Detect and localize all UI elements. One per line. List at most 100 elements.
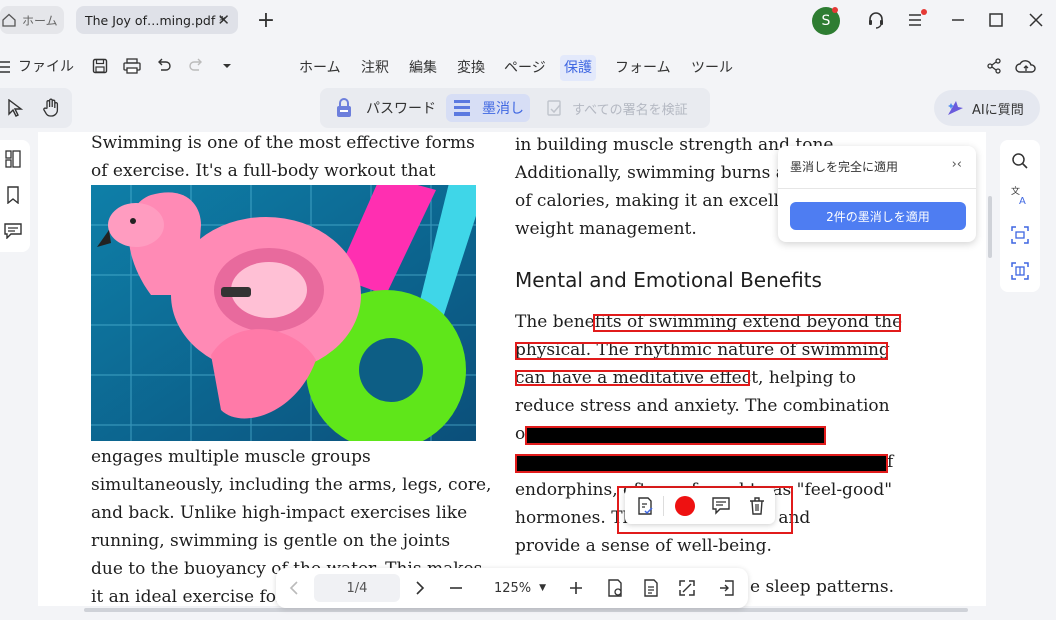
new-tab-button[interactable]: + [256,8,276,33]
pool-float-image [91,185,476,441]
collapse-icon[interactable]: ›‹ [952,157,962,172]
left-side-panel [0,140,30,252]
apply-redaction-popover: 墨消しを完全に適用 ›‹ 2件の墨消しを適用 [778,146,976,242]
text-line: engages multiple muscle groups [91,447,371,467]
redaction-mark-filled[interactable] [525,426,826,445]
exit-reading-icon[interactable] [714,568,740,608]
redaction-mini-toolbar [625,488,775,524]
comment-panel-icon[interactable] [2,220,24,242]
password-button[interactable]: パスワード [328,94,442,122]
text-line: reduce stress and anxiety. The combinati… [515,396,890,416]
ai-sparkle-icon [946,99,964,117]
popover-title: 墨消しを完全に適用 [790,160,899,174]
verify-signatures-button[interactable]: すべての署名を検証 [540,94,694,122]
compare-icon[interactable] [1009,260,1031,282]
title-bar: ホーム The Joy of…ming.pdf * ✕ + S [0,0,1056,40]
redact-button[interactable]: 墨消し [446,94,530,122]
zoom-level: 125% [493,580,532,596]
lock-icon [334,97,356,119]
fill-color-swatch [675,496,695,516]
next-page-icon[interactable] [408,568,432,608]
page-number-input[interactable]: 1/4 [314,574,400,602]
text-line: provide a sense of well-being. [515,536,772,556]
close-window-icon[interactable] [1024,8,1048,32]
menu-notification-dot [921,9,927,15]
home-icon [2,13,16,27]
redact-icon [452,97,474,119]
file-menu[interactable]: ファイル [18,56,74,76]
undo-icon[interactable] [154,56,174,76]
text-line: simultaneously, including the arms, legs… [91,475,492,495]
print-icon[interactable] [122,56,142,76]
prev-page-icon[interactable] [282,568,306,608]
zoom-out-icon[interactable] [444,568,468,608]
divider [663,496,664,516]
headset-icon[interactable] [864,8,888,32]
comment-icon[interactable] [709,494,733,518]
ask-ai-label: AIに質問 [972,102,1024,118]
bookmark-icon[interactable] [2,184,24,206]
tab-document[interactable]: The Joy of…ming.pdf * ✕ [76,6,238,34]
divider [778,188,976,189]
left-column-top: Swimming is one of the most effective fo… [91,132,475,185]
fill-color-button[interactable] [673,494,697,518]
cloud-upload-icon[interactable] [1014,56,1038,76]
maximize-icon[interactable] [984,8,1008,32]
redaction-mark-outline[interactable] [515,342,888,360]
hand-tool-icon[interactable] [40,96,62,120]
zoom-in-icon[interactable] [564,568,588,608]
notification-dot [832,7,838,13]
password-label: パスワード [366,101,436,117]
protect-toolbar: パスワード 墨消し すべての署名を検証 [320,88,710,128]
selection-tools [0,88,72,128]
menu-protect[interactable]: 保護 [560,55,596,81]
hamburger-icon[interactable] [0,58,12,76]
text-line: running, swimming is gentle on the joint… [91,531,451,551]
tab-home-label: ホーム [22,13,58,28]
right-column-last-line: e sleep patterns. [750,577,894,597]
ocr-crop-icon[interactable] [1009,224,1031,246]
menu-annotate[interactable]: 注釈 [357,55,393,81]
search-icon[interactable] [1009,150,1031,172]
menu-convert[interactable]: 変換 [453,55,489,81]
minimize-icon[interactable] [946,8,970,32]
fit-width-icon[interactable] [638,568,664,608]
fit-page-icon[interactable] [602,568,628,608]
signature-check-icon [546,98,566,118]
redaction-mark-filled[interactable] [515,454,888,473]
redo-icon[interactable] [186,56,206,76]
tab-home[interactable]: ホーム [0,6,64,34]
text-line: and back. Unlike high-impact exercises l… [91,503,468,523]
menu-form[interactable]: フォーム [611,55,675,81]
section-heading: Mental and Emotional Benefits [515,268,822,292]
select-cursor-icon[interactable] [4,96,26,120]
zoom-level-select[interactable]: 125% ▼ [486,568,554,608]
apply-mark-icon[interactable] [633,494,657,518]
horizontal-scrollbar[interactable] [84,608,968,612]
avatar-letter: S [821,13,831,29]
redact-label: 墨消し [482,101,524,117]
redaction-mark-outline[interactable] [593,314,901,332]
delete-icon[interactable] [745,494,769,518]
fullscreen-icon[interactable] [674,568,700,608]
close-tab-icon[interactable]: ✕ [217,11,230,29]
menu-tools[interactable]: ツール [687,55,737,81]
text-line: Swimming is one of the most effective fo… [91,133,475,153]
apply-redactions-button[interactable]: 2件の墨消しを適用 [790,202,966,230]
menu-page[interactable]: ページ [500,55,550,81]
share-icon[interactable] [984,56,1004,76]
thumbnails-icon[interactable] [2,148,24,170]
dropdown-arrow-icon[interactable] [220,58,234,74]
text-line: of exercise. It's a full-body workout th… [91,161,436,181]
translate-icon[interactable]: 文A [1009,184,1031,206]
menu-home[interactable]: ホーム [295,55,345,81]
save-icon[interactable] [90,56,110,76]
ask-ai-button[interactable]: AIに質問 [934,90,1040,126]
verify-signatures-label: すべての署名を検証 [572,102,688,118]
right-side-panel: 文A [1000,140,1040,292]
redaction-mark-outline[interactable] [515,370,750,386]
page-navigation-bar: 1/4 125% ▼ [276,568,748,608]
menu-edit[interactable]: 編集 [405,55,441,81]
vertical-scrollbar[interactable] [988,196,992,258]
svg-text:A: A [1019,196,1026,205]
